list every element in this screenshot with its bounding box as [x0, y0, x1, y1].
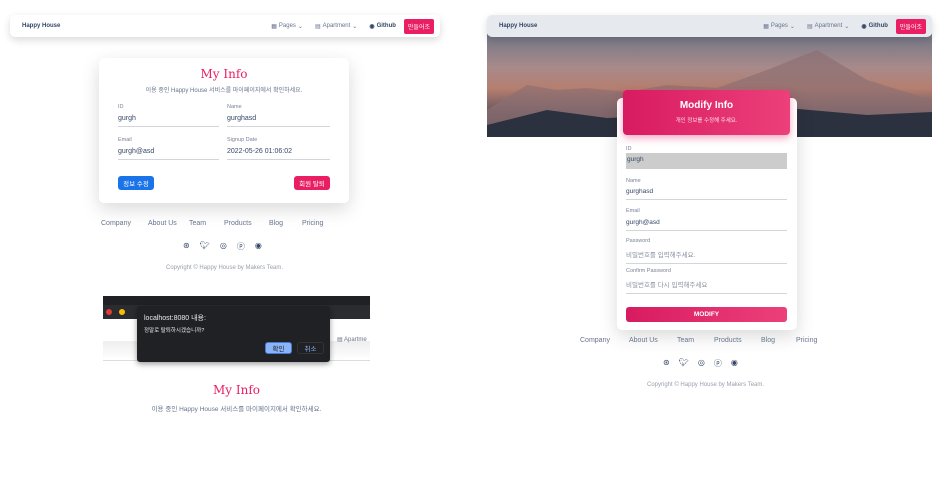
signup-value: 2022-05-26 01:06:02 [227, 148, 330, 160]
copyright: Copyright © Happy House by Makers Team. [647, 382, 765, 388]
email-input[interactable]: gurgh@asd [626, 219, 787, 231]
footer-team[interactable]: Team [677, 337, 714, 344]
footer-company[interactable]: Company [101, 220, 148, 227]
list-icon: ▤ [314, 23, 321, 30]
id-label: ID [626, 146, 632, 152]
modify-header: Modify Info 개인 정보를 수정해 주세요. [623, 90, 790, 135]
instagram-icon[interactable]: ◎ [698, 358, 705, 369]
name-value: gurghasd [227, 115, 330, 127]
twitter-icon[interactable]: 🐦︎ [679, 358, 689, 369]
confirm-dialog: localhost:8080 내용: 정말로 탈퇴하시겠습니까? 확인 취소 [137, 306, 330, 362]
withdraw-button[interactable]: 회원 탈퇴 [294, 176, 330, 190]
modify-button[interactable]: MODIFY [626, 307, 787, 322]
id-input[interactable]: gurgh [626, 153, 787, 169]
pinterest-icon[interactable]: ⓟ [237, 241, 245, 252]
pages-label: Pages [770, 23, 788, 29]
footer-products[interactable]: Products [224, 220, 269, 227]
password-input[interactable]: 비밀번호를 입력해주세요. [626, 249, 787, 264]
github-icon[interactable]: ◉ [731, 358, 738, 369]
brand-link[interactable]: Happy House [499, 23, 751, 29]
dialog-title: localhost:8080 내용: [144, 315, 206, 322]
grid-icon: ▦ [271, 23, 277, 30]
github-label: Github [376, 23, 396, 29]
navbar: Happy House ▦ Pages ⌄ ▤ Apartment ⌄ ◉ Github … [10, 15, 440, 37]
brand-link[interactable]: Happy House [22, 23, 259, 29]
name-label: Name [227, 104, 242, 110]
dialog-ok-button[interactable]: 확인 [265, 342, 292, 354]
apartment-label: Apartment [322, 23, 351, 29]
chevron-down-icon: ⌄ [844, 23, 850, 30]
extension-icon [106, 309, 112, 315]
footer-about[interactable]: About Us [629, 337, 677, 344]
github-icon: ◉ [369, 23, 375, 30]
dribbble-icon[interactable]: ⊛ [183, 241, 190, 252]
chevron-down-icon: ⌄ [352, 23, 358, 30]
nav-github[interactable]: ◉ Github [369, 23, 396, 30]
social-icons: ⊛ 🐦︎ ◎ ⓟ ◉ [183, 241, 262, 252]
nav-pages[interactable]: ▦ Pages ⌄ [271, 23, 303, 30]
page-subtitle-bg: 이용 중인 Happy House 서비스를 마이페이지에서 확인하세요. [151, 406, 322, 413]
navbar-modify: Happy House ▦ Pages ⌄ ▤ Apartment ⌄ ◉ Github … [487, 15, 932, 37]
grid-icon: ▦ [763, 23, 769, 30]
nav-github[interactable]: ◉ Github [861, 23, 888, 30]
footer-team[interactable]: Team [189, 220, 224, 227]
twitter-icon[interactable]: 🐦︎ [200, 241, 210, 252]
nav-pages[interactable]: ▦ Pages ⌄ [763, 23, 795, 30]
nav-apartment[interactable]: ▤ Apartment ⌄ [807, 23, 849, 30]
page-title: My Info [200, 67, 248, 81]
pinterest-icon[interactable]: ⓟ [714, 358, 722, 369]
dialog-cancel-button[interactable]: 취소 [297, 342, 324, 354]
page-subtitle: 이용 중인 Happy House 서비스를 마이페이지에서 확인하세요. [145, 88, 303, 94]
footer-company[interactable]: Company [580, 337, 629, 344]
name-label: Name [626, 178, 641, 184]
instagram-icon[interactable]: ◎ [220, 241, 227, 252]
edit-info-button[interactable]: 정보 수정 [118, 176, 154, 190]
modify-subtitle: 개인 정보를 수정해 주세요. [675, 118, 738, 124]
apartment-label: Apartment [814, 23, 843, 29]
chrome-icon [119, 309, 125, 315]
confirm-password-label: Confirm Password [626, 268, 671, 274]
email-label: Email [626, 208, 640, 214]
confirm-password-input[interactable]: 비밀번호를 다시 입력해주세요 [626, 279, 787, 294]
github-icon[interactable]: ◉ [255, 241, 262, 252]
list-icon: ▤ [806, 23, 813, 30]
copyright: Copyright © Happy House by Makers Team. [166, 265, 284, 271]
apartment-partial-label: Apartme [344, 337, 367, 343]
github-icon: ◉ [861, 23, 867, 30]
id-label: ID [118, 104, 124, 110]
dribbble-icon[interactable]: ⊛ [663, 358, 670, 369]
footer-about[interactable]: About Us [148, 220, 189, 227]
chevron-down-icon: ⌄ [297, 23, 303, 30]
footer-links: Company About Us Team Products Blog Pric… [101, 220, 323, 227]
footer-pricing[interactable]: Pricing [796, 337, 817, 344]
make-button[interactable]: 만들어조 [403, 18, 434, 34]
make-button[interactable]: 만들어조 [895, 18, 926, 34]
github-label: Github [868, 23, 888, 29]
password-label: Password [626, 238, 651, 244]
modify-title: Modify Info [679, 100, 734, 111]
nav-apartment[interactable]: ▤ Apartment ⌄ [315, 23, 357, 30]
social-icons: ⊛ 🐦︎ ◎ ⓟ ◉ [663, 358, 738, 369]
my-info-card: My Info 이용 중인 Happy House 서비스를 마이페이지에서 확… [99, 58, 349, 203]
email-value: gurgh@asd [118, 148, 219, 160]
name-input[interactable]: gurghasd [626, 188, 787, 200]
dialog-message: 정말로 탈퇴하시겠습니까? [144, 328, 205, 334]
email-label: Email [118, 137, 132, 143]
footer-blog[interactable]: Blog [269, 220, 302, 227]
signup-label: Signup Date [227, 137, 258, 143]
footer-pricing[interactable]: Pricing [302, 220, 323, 227]
chevron-down-icon: ⌄ [789, 23, 795, 30]
id-value: gurgh [118, 115, 219, 127]
footer-blog[interactable]: Blog [761, 337, 796, 344]
footer-links: Company About Us Team Products Blog Pric… [580, 337, 817, 344]
apartment-nav-partial: ▤ Apartme [337, 337, 367, 343]
page-title-bg: My Info [212, 383, 260, 397]
pages-label: Pages [278, 23, 296, 29]
footer-products[interactable]: Products [714, 337, 761, 344]
